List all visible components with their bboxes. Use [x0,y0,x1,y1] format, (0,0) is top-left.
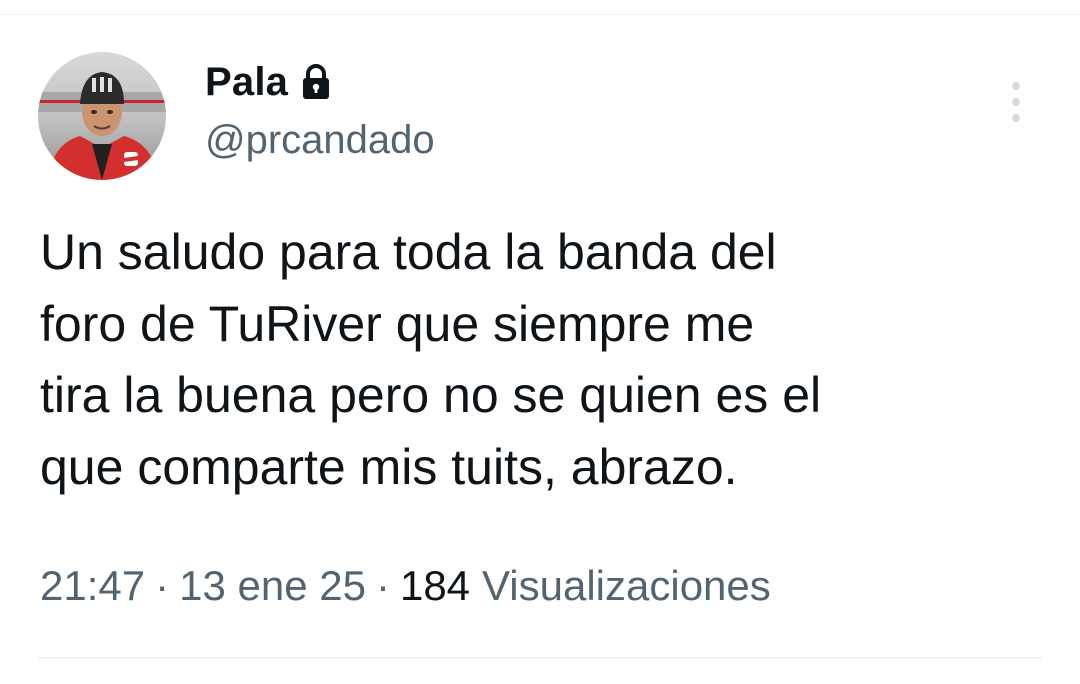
top-divider [0,0,1080,15]
lock-icon [300,64,332,100]
author-handle[interactable]: @prcandado [205,118,435,163]
author-name-row: Pala [205,56,332,108]
tweet-text-line: foro de TuRiver que siempre me [40,295,755,352]
meta-separator: · [375,562,390,609]
tweet-date[interactable]: 13 ene 25 [179,562,366,610]
views-label: Visualizaciones [482,562,771,609]
bottom-divider [38,657,1042,659]
tweet-text-line: Un saludo para toda la banda del [40,224,777,280]
tweet-text-line: que comparte mis tuits, abrazo. [40,438,738,495]
tweet-text-line: tira la buena pero no se quien es el [40,367,822,423]
meta-separator: · [155,562,170,609]
more-options-button[interactable] [996,78,1036,126]
tweet-text: Un saludo para toda la banda del foro de… [40,217,1050,503]
views-count: 184 [399,562,471,609]
more-vertical-icon [1012,82,1020,122]
author-display-name[interactable]: Pala [205,60,288,105]
avatar[interactable] [38,52,166,180]
profile-photo [38,52,166,180]
tweet-time[interactable]: 21:47 [40,562,145,610]
tweet-meta: 21:47 · 13 ene 25 · 184 Visualizaciones [40,562,771,610]
